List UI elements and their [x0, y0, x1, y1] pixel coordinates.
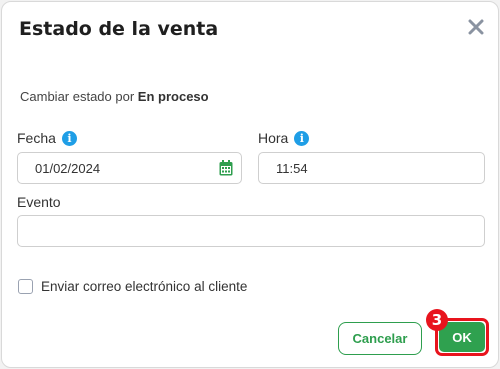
evento-label-text: Evento: [17, 194, 61, 210]
hora-label: Hora i: [258, 130, 310, 146]
info-icon[interactable]: i: [61, 130, 77, 146]
send-email-label: Enviar correo electrónico al cliente: [41, 279, 248, 294]
hora-label-text: Hora: [258, 130, 289, 146]
fecha-date-input[interactable]: 01/02/2024: [17, 152, 242, 184]
status-value: En proceso: [137, 89, 209, 104]
step-badge: 3: [426, 309, 448, 331]
status-prefix: Cambiar estado por: [20, 89, 135, 104]
dialog-title: Estado de la venta: [19, 18, 219, 40]
send-email-option[interactable]: Enviar correo electrónico al cliente: [18, 279, 247, 294]
ok-button[interactable]: OK: [439, 322, 485, 352]
evento-label: Evento: [17, 194, 61, 210]
cancel-button[interactable]: Cancelar: [338, 322, 422, 355]
sale-status-dialog: Estado de la venta Cambiar estado por En…: [1, 1, 499, 368]
calendar-icon[interactable]: [219, 160, 233, 176]
send-email-checkbox[interactable]: [18, 279, 33, 294]
status-change-text: Cambiar estado por En proceso: [20, 89, 209, 104]
info-icon[interactable]: i: [294, 130, 310, 146]
fecha-value: 01/02/2024: [35, 160, 101, 176]
evento-input[interactable]: [17, 215, 485, 247]
fecha-label: Fecha i: [17, 130, 77, 146]
close-button[interactable]: [465, 16, 487, 38]
fecha-label-text: Fecha: [17, 130, 56, 146]
close-icon: [468, 19, 484, 35]
hora-time-input[interactable]: 11:54: [258, 152, 485, 184]
hora-value: 11:54: [276, 160, 308, 176]
